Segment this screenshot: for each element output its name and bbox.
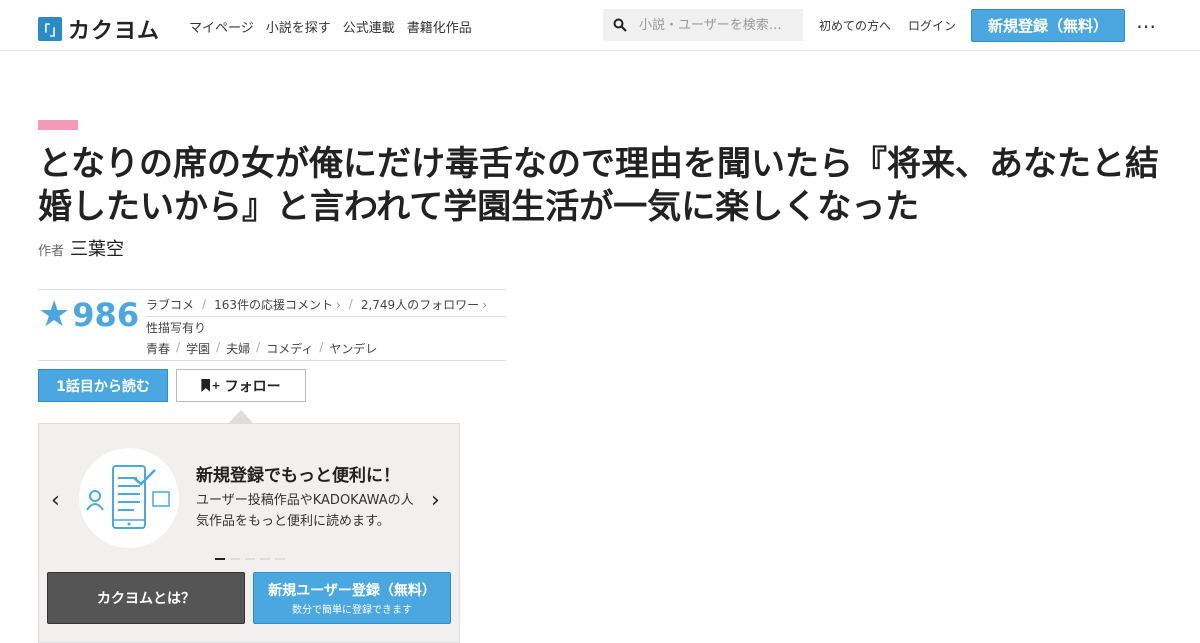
search-box xyxy=(603,9,803,41)
carousel-dot[interactable] xyxy=(245,558,255,560)
plus-icon: + xyxy=(211,379,221,392)
content-warning: 性描写有り xyxy=(146,321,207,335)
star-count: 986 xyxy=(72,296,140,334)
nav-published-works[interactable]: 書籍化作品 xyxy=(407,17,472,36)
follow-label: フォロー xyxy=(224,378,281,395)
promo-text: ユーザー投稿作品やKADOKAWAの人気作品をもっと便利に読めます。 xyxy=(196,493,414,529)
chevron-right-icon: › xyxy=(482,297,487,312)
tag-item[interactable]: 夫婦 xyxy=(226,340,250,357)
star-icon: ★ xyxy=(38,294,71,335)
carousel-dot[interactable] xyxy=(230,558,240,560)
bookmark-icon xyxy=(201,379,211,392)
comments-link[interactable]: 163件の応援コメント › xyxy=(214,296,341,313)
separator: / xyxy=(319,340,324,354)
nav-mypage[interactable]: マイページ xyxy=(189,17,254,36)
promo-title: 新規登録でもっと便利に！ xyxy=(196,466,400,486)
about-kakuyomu-button[interactable]: カクヨムとは？ xyxy=(47,572,245,624)
separator: / xyxy=(216,340,221,354)
site-logo[interactable]: 「」 カクヨム xyxy=(37,13,161,45)
tag-item[interactable]: コメディ xyxy=(266,340,313,357)
author-label: 作者 xyxy=(38,244,65,259)
star-rating[interactable]: ★ 986 xyxy=(38,296,139,334)
read-first-episode-button[interactable]: 1話目から読む xyxy=(38,369,168,402)
signup-button[interactable]: 新規登録（無料） xyxy=(971,9,1125,42)
carousel-dot[interactable] xyxy=(275,558,285,560)
carousel-dot[interactable] xyxy=(260,558,270,560)
tag-item[interactable]: ヤンデレ xyxy=(329,340,377,357)
separator: / xyxy=(202,297,207,311)
chevron-right-icon[interactable]: › xyxy=(431,488,440,513)
carousel-dots xyxy=(215,558,285,560)
tag-item[interactable]: 学園 xyxy=(186,340,210,357)
tag-list: 青春 / 学園 / 夫婦 / コメディ / ヤンデレ xyxy=(146,340,377,357)
follow-button[interactable]: + フォロー xyxy=(176,369,306,402)
separator: / xyxy=(176,340,181,354)
separator: / xyxy=(348,297,353,311)
chevron-left-icon[interactable]: ‹ xyxy=(51,488,60,513)
chevron-right-icon: › xyxy=(335,297,341,312)
work-meta-row: ラブコメ / 163件の応援コメント › / 2,749人のフォロワー › xyxy=(146,292,506,317)
main-nav: マイページ 小説を探す 公式連載 書籍化作品 xyxy=(189,17,472,36)
logo-mark-icon: 「」 xyxy=(37,17,63,41)
nav-official-serials[interactable]: 公式連載 xyxy=(343,17,395,36)
more-menu-icon[interactable]: ⋯ xyxy=(1136,14,1157,38)
search-input[interactable] xyxy=(637,16,801,34)
register-label: 新規ユーザー登録（無料） xyxy=(268,583,436,599)
followers-count: 2,749人のフォロワー xyxy=(360,297,480,312)
carousel-dot[interactable] xyxy=(215,558,225,560)
work-stats: ★ 986 ラブコメ / 163件の応援コメント › / 2,749人のフォロワー… xyxy=(38,289,506,361)
search-icon[interactable] xyxy=(613,18,627,32)
nav-search-novels[interactable]: 小説を探す xyxy=(266,17,331,36)
logo-text: カクヨム xyxy=(68,19,161,44)
separator: / xyxy=(256,340,261,354)
followers-link[interactable]: 2,749人のフォロワー › xyxy=(361,296,487,313)
genre-link[interactable]: ラブコメ xyxy=(146,296,194,313)
tag-item[interactable]: 青春 xyxy=(146,340,170,357)
comments-count: 163件の応援コメント xyxy=(214,297,333,312)
genre-color-bar xyxy=(38,120,78,130)
register-user-button[interactable]: 新規ユーザー登録（無料） 数分で簡単に登録できます xyxy=(253,572,451,624)
site-header: 「」 カクヨム マイページ 小説を探す 公式連載 書籍化作品 初めての方へ ログ… xyxy=(0,0,1200,51)
beginners-link[interactable]: 初めての方へ xyxy=(819,17,891,34)
phone-illustration-icon xyxy=(79,448,179,548)
signup-promo-panel: ‹ 新規登録でもっと便利に！ ユーザー投稿作品やKADOKAWAの人気作品をもっ… xyxy=(38,423,460,643)
register-sublabel: 数分で簡単に登録できます xyxy=(292,605,412,616)
author-name[interactable]: 三葉空 xyxy=(70,235,124,261)
promo-pointer xyxy=(228,410,254,424)
work-title[interactable]: となりの席の女が俺にだけ毒舌なので理由を聞いたら『将来、あなたと結婚したいから』… xyxy=(38,143,1178,229)
login-link[interactable]: ログイン xyxy=(908,17,956,34)
